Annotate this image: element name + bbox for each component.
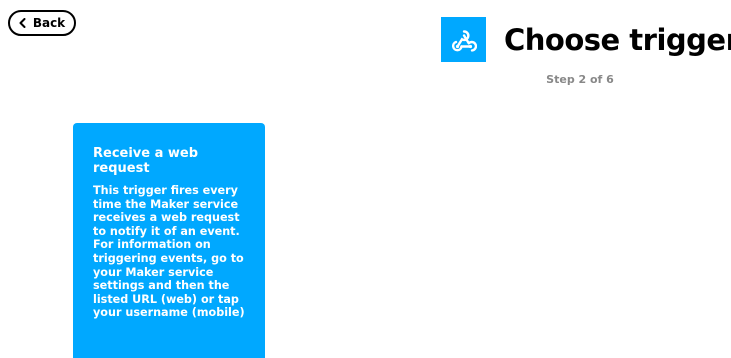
- trigger-card-receive-web-request[interactable]: Receive a web request This trigger fires…: [73, 123, 265, 358]
- page: Back Choose trigger Step 2 of 6 Receive …: [0, 0, 731, 358]
- back-button[interactable]: Back: [8, 10, 76, 36]
- webhook-icon: [441, 17, 486, 62]
- step-indicator: Step 2 of 6: [546, 73, 614, 86]
- chevron-left-icon: [19, 17, 27, 29]
- trigger-card-title: Receive a web request: [93, 146, 199, 176]
- page-header: Choose trigger: [441, 17, 731, 62]
- trigger-card-description: This trigger fires every time the Maker …: [93, 184, 245, 320]
- page-title: Choose trigger: [504, 22, 731, 57]
- back-button-label: Back: [32, 16, 66, 30]
